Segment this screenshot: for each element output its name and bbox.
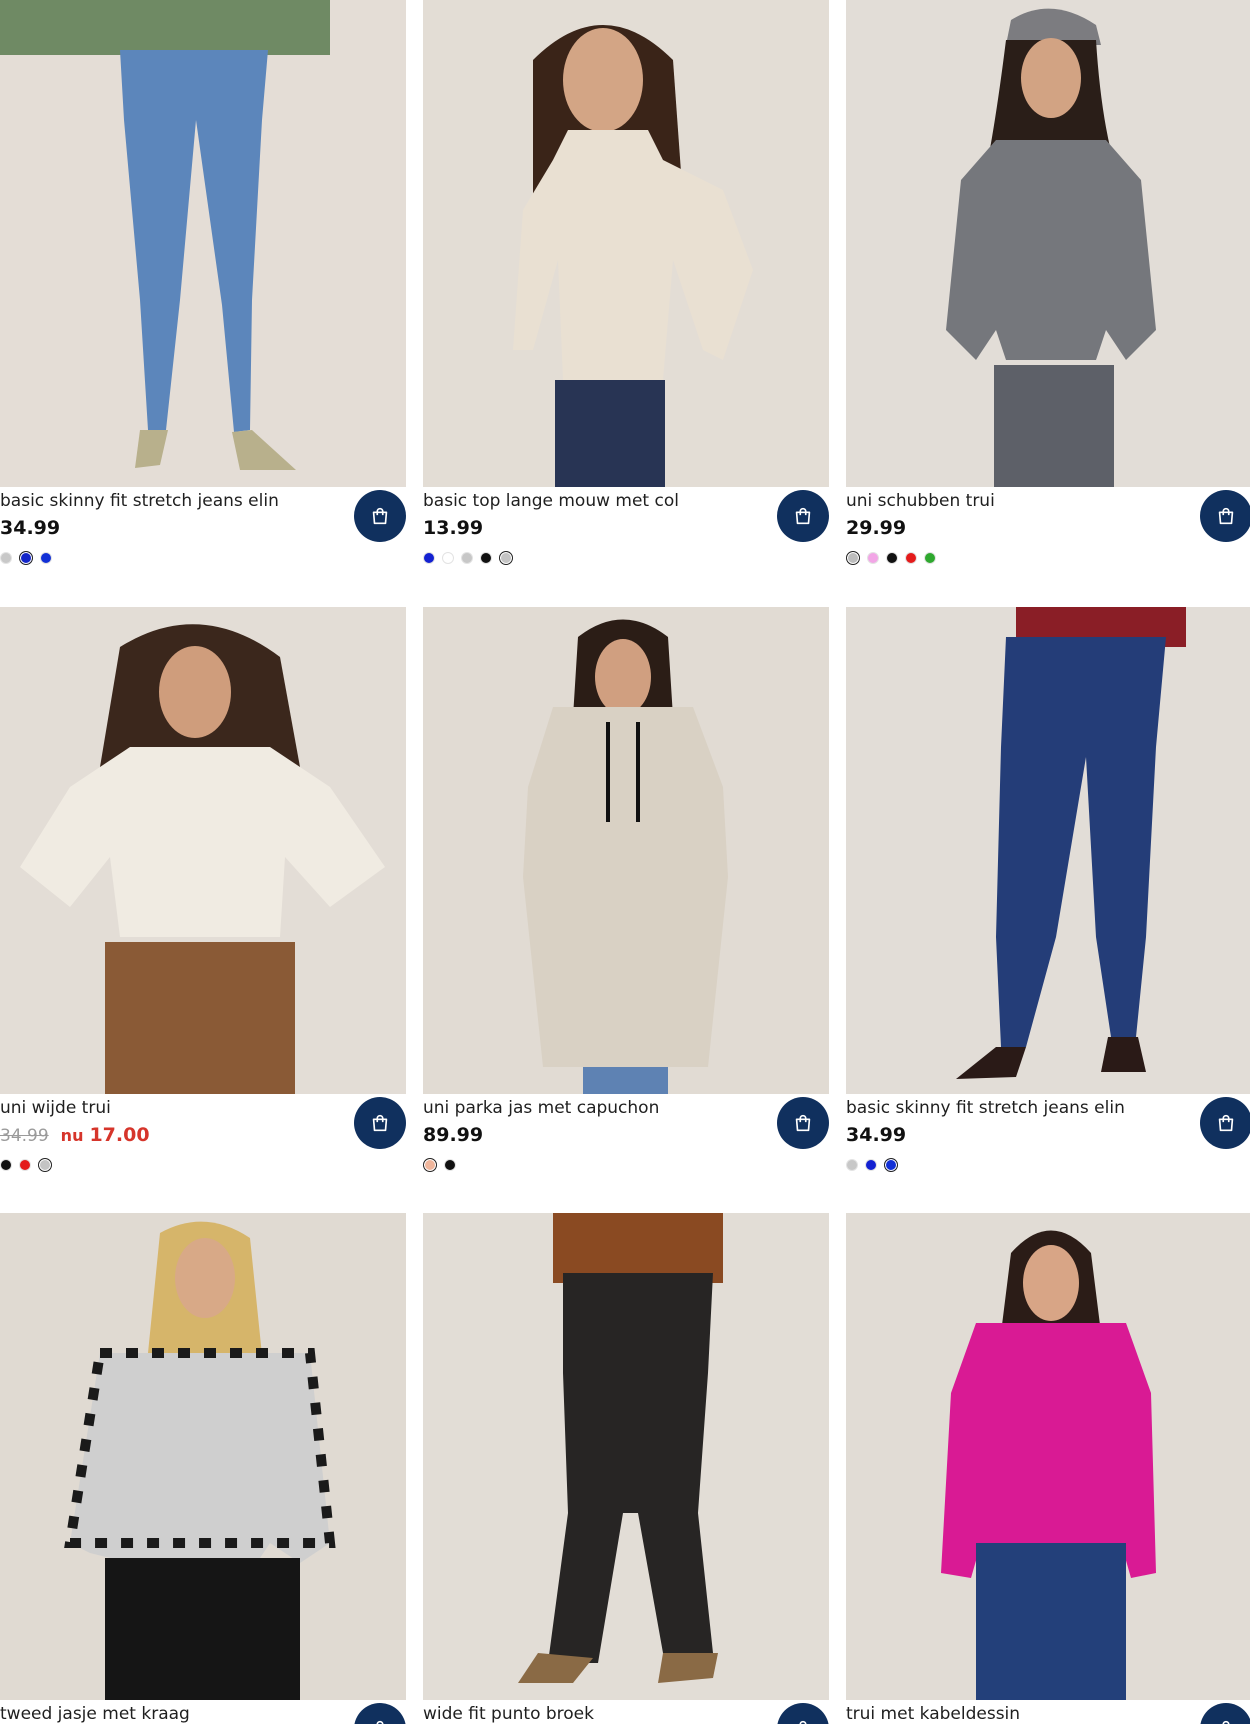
product-price: 13.99 [423,517,484,539]
color-swatches [0,551,52,565]
product-title[interactable]: basic top lange mouw met col [423,489,768,513]
price-row: 89.99 [423,1124,483,1150]
product-photo[interactable] [0,1213,406,1700]
add-to-cart-button[interactable] [1200,490,1250,542]
product-photo[interactable] [0,607,406,1094]
add-to-cart-button[interactable] [777,1097,829,1149]
color-swatches [423,551,513,565]
color-swatch[interactable] [905,552,917,564]
price-row: 13.99 [423,517,483,543]
shopping-bag-icon [799,1720,807,1724]
product-photo[interactable] [423,607,829,1094]
old-price: 34.99 [0,1126,49,1146]
product-title[interactable]: uni schubben trui [846,489,1191,513]
product-photo[interactable] [423,0,829,487]
color-swatch[interactable] [423,552,435,564]
add-to-cart-button[interactable] [354,490,406,542]
product-photo[interactable] [846,1213,1250,1700]
shopping-bag-icon [1218,507,1234,525]
color-swatch[interactable] [480,552,492,564]
color-swatch-selected[interactable] [846,551,860,565]
color-swatches [846,1158,898,1172]
color-swatch[interactable] [924,552,936,564]
color-swatch-selected[interactable] [884,1158,898,1172]
add-to-cart-button[interactable] [1200,1703,1250,1724]
color-swatch[interactable] [461,552,473,564]
add-to-cart-button[interactable] [777,1703,829,1724]
sale-price: 17.00 [89,1124,150,1146]
product-price: 29.99 [846,517,907,539]
color-swatch[interactable] [0,552,12,564]
product-title[interactable]: uni parka jas met capuchon [423,1096,768,1120]
color-swatch[interactable] [40,552,52,564]
add-to-cart-button[interactable] [1200,1097,1250,1149]
color-swatch[interactable] [886,552,898,564]
color-swatch-selected[interactable] [19,551,33,565]
color-swatch-selected[interactable] [499,551,513,565]
add-to-cart-button[interactable] [777,490,829,542]
shopping-bag-icon [795,1114,811,1132]
product-title[interactable]: basic skinny fit stretch jeans elin [846,1096,1191,1120]
product-photo[interactable] [423,1213,829,1700]
color-swatch[interactable] [865,1159,877,1171]
product-price: 34.99 [846,1124,907,1146]
color-swatch[interactable] [846,1159,858,1171]
color-swatch-selected[interactable] [423,1158,437,1172]
color-swatch-selected[interactable] [38,1158,52,1172]
shopping-bag-icon [795,507,811,525]
product-title[interactable]: wide fit punto broek [423,1702,768,1724]
color-swatch[interactable] [867,552,879,564]
price-row: 29.99 [846,517,906,543]
product-photo[interactable] [0,0,406,487]
product-price: 34.99 [0,517,61,539]
product-photo[interactable] [846,0,1250,487]
color-swatches [846,551,936,565]
product-title[interactable]: trui met kabeldessin [846,1702,1191,1724]
color-swatch[interactable] [19,1159,31,1171]
shopping-bag-icon [372,1114,388,1132]
color-swatch[interactable] [444,1159,456,1171]
product-photo[interactable] [846,607,1250,1094]
shopping-bag-icon [1222,1720,1230,1724]
product-title[interactable]: tweed jasje met kraag [0,1702,345,1724]
product-title[interactable]: uni wijde trui [0,1096,345,1120]
price-row: 34.99 nu 17.00 [0,1124,150,1150]
price-row: 34.99 [0,517,60,543]
shopping-bag-icon [376,1720,384,1724]
sale-prefix: nu [60,1126,84,1145]
price-row: 34.99 [846,1124,906,1150]
product-price: 89.99 [423,1124,484,1146]
product-title[interactable]: basic skinny fit stretch jeans elin [0,489,345,513]
color-swatch[interactable] [442,552,454,564]
color-swatches [423,1158,456,1172]
color-swatches [0,1158,52,1172]
add-to-cart-button[interactable] [354,1097,406,1149]
color-swatch[interactable] [0,1159,12,1171]
shopping-bag-icon [1218,1114,1234,1132]
add-to-cart-button[interactable] [354,1703,406,1724]
shopping-bag-icon [372,507,388,525]
